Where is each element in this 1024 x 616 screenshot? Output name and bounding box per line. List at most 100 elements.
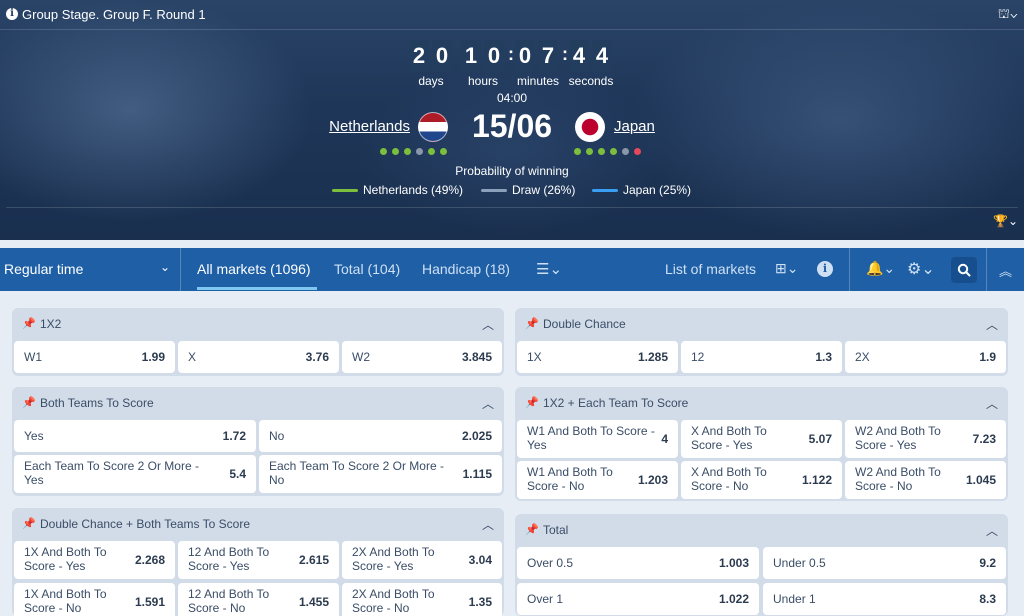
home-team-link[interactable]: Netherlands (300, 118, 410, 135)
odd-button[interactable]: X And Both To Score - No 1.122 (681, 461, 842, 499)
odd-value: 1.3 (815, 350, 832, 364)
timer-colon: : (562, 44, 568, 64)
odd-label: Under 0.5 (773, 556, 826, 570)
odd-value: 1.285 (637, 350, 668, 364)
odd-value: 1.99 (141, 350, 165, 364)
chevron-up-icon[interactable]: ︿ (482, 516, 494, 533)
market-title: Double Chance + Both Teams To Score (40, 517, 251, 531)
market-header[interactable]: 📌 Both Teams To Score ︿ (12, 387, 504, 419)
odd-value: 7.23 (972, 432, 996, 446)
odd-button[interactable]: Under 0.5 9.2 (763, 547, 1006, 579)
odd-button[interactable]: Each Team To Score 2 Or More - No 1.115 (259, 455, 502, 493)
away-team-link[interactable]: Japan (614, 118, 724, 135)
odd-value: 1.455 (298, 595, 329, 609)
market-header[interactable]: 📌 Double Chance ︿ (515, 308, 1008, 340)
odd-button[interactable]: Under 1 8.3 (763, 583, 1006, 615)
odd-label: W1 And Both To Score - No (527, 465, 613, 493)
minutes-digit: 0 (515, 40, 535, 72)
odd-label: 1X And Both To Score - No (24, 587, 107, 615)
odd-value: 1.9 (979, 350, 996, 364)
pin-icon[interactable]: 📌 (22, 517, 36, 530)
pin-icon[interactable]: 📌 (22, 396, 36, 409)
form-dot (574, 148, 581, 155)
odd-label: 1X (527, 350, 542, 364)
market-header[interactable]: 📌 1X2 + Each Team To Score ︿ (515, 387, 1008, 419)
probability-away-bar (592, 189, 618, 192)
collapse-icon[interactable]: ︽ (999, 261, 1012, 280)
tab-handicap[interactable]: Handicap (18) (422, 261, 510, 277)
odd-value: 1.122 (801, 473, 832, 487)
odd-label: 12 And Both To Score - Yes (188, 545, 270, 573)
chevron-up-icon[interactable]: ︿ (986, 316, 998, 333)
period-select-label: Regular time (4, 261, 84, 277)
pin-icon[interactable]: 📌 (525, 396, 539, 409)
grid-layout-icon[interactable]: ⊞⌄ (775, 260, 798, 277)
period-select[interactable]: Regular time ⌄ (0, 248, 181, 291)
odd-button[interactable]: 12 And Both To Score - Yes 2.615 (178, 541, 339, 579)
odd-label: 1X And Both To Score - Yes (24, 545, 107, 573)
odd-button[interactable]: Each Team To Score 2 Or More - Yes 5.4 (14, 455, 256, 493)
market-header[interactable]: 📌 Double Chance + Both Teams To Score ︿ (12, 508, 504, 540)
odd-button[interactable]: X And Both To Score - Yes 5.07 (681, 420, 842, 458)
odd-button[interactable]: Over 1 1.022 (517, 583, 759, 615)
search-button[interactable] (951, 257, 977, 283)
odd-value: 3.76 (305, 350, 329, 364)
odd-label: 2X (855, 350, 870, 364)
odd-label: Over 0.5 (527, 556, 574, 570)
hours-digit: 1 (461, 40, 481, 72)
form-dot (598, 148, 605, 155)
odd-button[interactable]: 2X And Both To Score - No 1.35 (342, 583, 502, 616)
odd-label: 2X And Both To Score - Yes (352, 545, 435, 573)
stadium-icon[interactable]: ⛫⌄ (998, 6, 1018, 24)
chevron-up-icon[interactable]: ︿ (986, 395, 998, 412)
info-icon[interactable]: i (817, 261, 833, 277)
bell-icon[interactable]: 🔔⌄ (866, 260, 895, 277)
pin-icon[interactable]: 📌 (22, 317, 36, 330)
list-of-markets[interactable]: List of markets (665, 261, 756, 277)
tab-total[interactable]: Total (104) (334, 261, 400, 277)
odd-button[interactable]: 12 And Both To Score - No 1.455 (178, 583, 339, 616)
odd-button[interactable]: 1X And Both To Score - Yes 2.268 (14, 541, 175, 579)
odd-button[interactable]: Over 0.5 1.003 (517, 547, 759, 579)
divider (6, 207, 1018, 208)
tab-all-markets[interactable]: All markets (1096) (197, 261, 311, 277)
odd-label: 12 And Both To Score - No (188, 587, 270, 615)
trophy-icon[interactable]: 🏆⌄ (993, 214, 1018, 228)
odd-button[interactable]: W1 1.99 (14, 341, 175, 373)
chevron-up-icon[interactable]: ︿ (482, 395, 494, 412)
kickoff-time: 04:00 (496, 91, 528, 105)
minutes-digit: 7 (538, 40, 558, 72)
chevron-up-icon[interactable]: ︿ (986, 522, 998, 539)
market-header[interactable]: 📌 Total ︿ (515, 514, 1008, 546)
timer-colon: : (508, 44, 514, 64)
odd-button[interactable]: X 3.76 (178, 341, 339, 373)
pin-icon[interactable]: 📌 (525, 523, 539, 536)
chevron-up-icon[interactable]: ︿ (482, 316, 494, 333)
odd-button[interactable]: 12 1.3 (681, 341, 842, 373)
pin-icon[interactable]: 📌 (525, 317, 539, 330)
gear-icon[interactable]: ⚙⌄ (907, 259, 935, 279)
odd-button[interactable]: No 2.025 (259, 420, 502, 452)
odd-button[interactable]: Yes 1.72 (14, 420, 256, 452)
form-dot (428, 148, 435, 155)
info-icon[interactable]: i (6, 8, 18, 20)
market-title: 1X2 + Each Team To Score (543, 396, 689, 410)
market-header[interactable]: 📌 1X2 ︿ (12, 308, 504, 340)
odd-button[interactable]: 2X 1.9 (845, 341, 1006, 373)
form-dot (380, 148, 387, 155)
odd-value: 3.04 (468, 553, 492, 567)
odd-label: W2 (352, 350, 370, 364)
odd-button[interactable]: 1X And Both To Score - No 1.591 (14, 583, 175, 616)
odd-button[interactable]: 1X 1.285 (517, 341, 678, 373)
odd-value: 2.615 (298, 553, 329, 567)
odd-button[interactable]: W2 3.845 (342, 341, 502, 373)
away-form-dots (574, 148, 654, 156)
seconds-digit: 4 (592, 40, 612, 72)
odd-button[interactable]: W1 And Both To Score - No 1.203 (517, 461, 678, 499)
odd-button[interactable]: W2 And Both To Score - Yes 7.23 (845, 420, 1006, 458)
odd-button[interactable]: W1 And Both To Score - Yes 4 (517, 420, 678, 458)
odd-button[interactable]: 2X And Both To Score - Yes 3.04 (342, 541, 502, 579)
seconds-label: seconds (568, 74, 614, 88)
odd-button[interactable]: W2 And Both To Score - No 1.045 (845, 461, 1006, 499)
more-tabs-menu-icon[interactable]: ☰⌄ (536, 260, 562, 278)
